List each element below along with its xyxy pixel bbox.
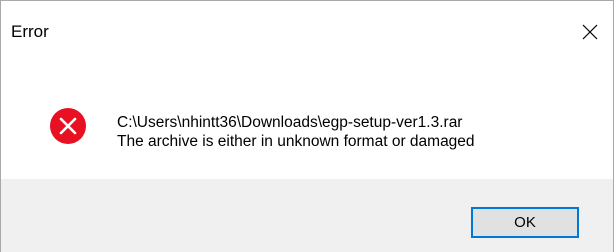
close-icon	[582, 24, 598, 40]
window-title: Error	[11, 22, 49, 41]
error-dialog-window: Error C:\Users\nhintt36\Downloads\egp-se…	[0, 0, 614, 252]
ok-button-focus-border	[474, 210, 576, 235]
close-button[interactable]	[567, 9, 613, 55]
dialog-content: C:\Users\nhintt36\Downloads\egp-setup-ve…	[1, 65, 613, 179]
error-icon	[50, 108, 86, 144]
error-message: C:\Users\nhintt36\Downloads\egp-setup-ve…	[117, 113, 475, 151]
file-path-text: C:\Users\nhintt36\Downloads\egp-setup-ve…	[117, 114, 463, 131]
error-description-text: The archive is either in unknown format …	[117, 133, 475, 150]
dialog-footer: OK	[1, 179, 613, 252]
ok-button[interactable]: OK	[471, 207, 579, 238]
title-bar: Error	[1, 1, 613, 65]
